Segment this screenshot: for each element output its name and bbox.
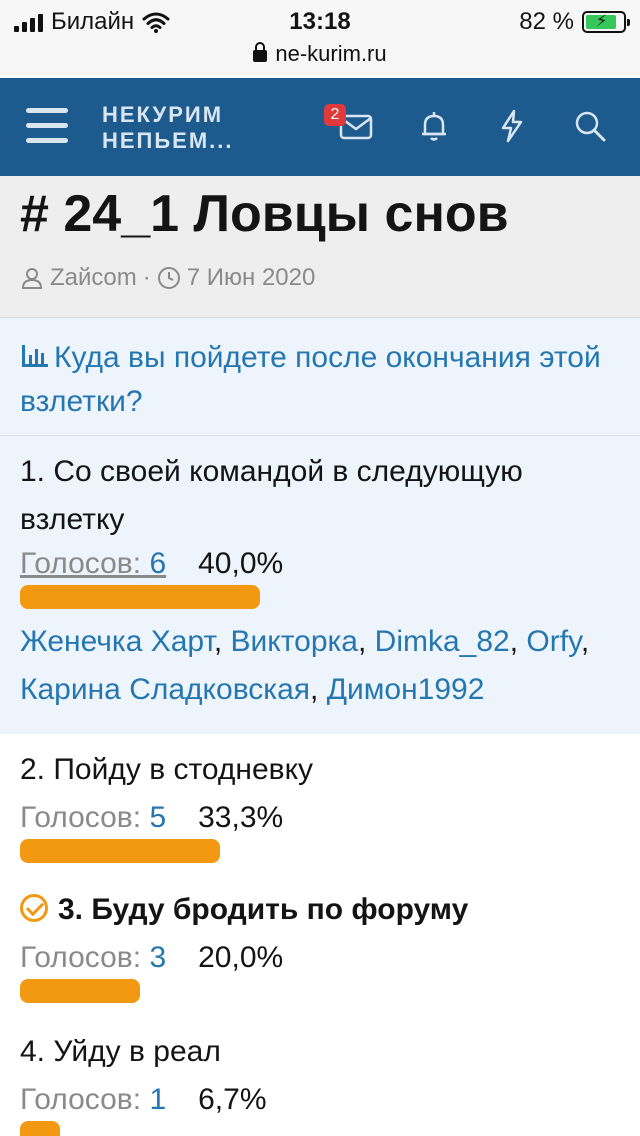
lock-icon [253, 42, 268, 62]
votes-percent: 40,0% [198, 547, 284, 580]
votes-percent: 20,0% [198, 941, 284, 974]
messages-badge: 2 [324, 104, 346, 126]
voter-link[interactable]: Dimka_82 [375, 625, 510, 658]
poll-option-label: 2. Пойду в стодневку [20, 753, 314, 786]
poll-bar [20, 979, 620, 1003]
poll-option-label: 1. Со своей командой в следующую взлетку [20, 455, 523, 536]
votes-toggle[interactable]: Голосов: 5 [20, 798, 166, 838]
votes-toggle[interactable]: Голосов: 3 [20, 938, 166, 978]
thread-header: # 24_1 Ловцы снов Zaйcom · 7 Июн 2020 [0, 176, 640, 318]
thread-meta: Zaйcom · 7 Июн 2020 [20, 264, 315, 292]
thread-title: # 24_1 Ловцы снов [20, 185, 509, 243]
poll-option-label-selected: 3. Буду бродить по форуму [20, 886, 468, 934]
battery-icon: ⚡ [582, 11, 630, 33]
poll-question: Куда вы пойдете после окончания этой взл… [0, 318, 640, 436]
thread-date[interactable]: 7 Июн 2020 [187, 264, 316, 292]
poll-option-votes: Голосов: 1 6,7% [20, 1080, 267, 1120]
votes-toggle[interactable]: Голосов: 6 [20, 544, 166, 584]
user-icon [21, 268, 43, 289]
lightning-icon[interactable] [494, 108, 534, 148]
logo-line-2: НЕПЬЕМ... [102, 128, 234, 153]
checkmark-icon [20, 894, 48, 922]
votes-percent: 6,7% [198, 1083, 267, 1116]
status-right: 82 % ⚡ [519, 8, 630, 36]
poll-option-votes: Голосов: 6 40,0% [20, 544, 283, 584]
voter-link[interactable]: Женечка Харт [20, 625, 214, 658]
voter-link[interactable]: Orfy [526, 625, 580, 658]
poll-chart-icon [22, 345, 48, 367]
poll-option-votes: Голосов: 5 33,3% [20, 798, 283, 838]
poll-question-text: Куда вы пойдете после окончания этой взл… [20, 341, 601, 418]
voter-link[interactable]: Карина Сладковская [20, 673, 310, 706]
votes-toggle[interactable]: Голосов: 1 [20, 1080, 166, 1120]
menu-icon[interactable] [26, 108, 68, 144]
voters-list: Женечка Харт, Викторка, Dimka_82, Orfy, … [20, 625, 590, 706]
site-navbar: НЕКУРИМ НЕПЬЕМ... 2 [0, 78, 640, 176]
meta-separator: · [142, 264, 151, 291]
url-text: ne-kurim.ru [275, 41, 387, 66]
votes-percent: 33,3% [198, 801, 284, 834]
poll-bar [20, 585, 620, 609]
voter-link[interactable]: Димон1992 [327, 673, 485, 706]
bell-icon[interactable] [416, 108, 456, 148]
address-bar[interactable]: ne-kurim.ru [0, 36, 640, 76]
thread-author[interactable]: Zaйcom [50, 264, 137, 292]
poll-bar [20, 839, 620, 863]
poll-option-label: 4. Уйду в реал [20, 1035, 221, 1068]
voter-link[interactable]: Викторка [231, 625, 358, 658]
logo-line-1: НЕКУРИМ [102, 102, 224, 127]
search-icon[interactable] [572, 108, 612, 148]
battery-percent: 82 % [519, 8, 574, 35]
site-logo[interactable]: НЕКУРИМ НЕПЬЕМ... [102, 102, 234, 154]
poll-bar [20, 1121, 620, 1136]
poll-option-votes: Голосов: 3 20,0% [20, 938, 283, 978]
clock-icon [157, 267, 180, 289]
